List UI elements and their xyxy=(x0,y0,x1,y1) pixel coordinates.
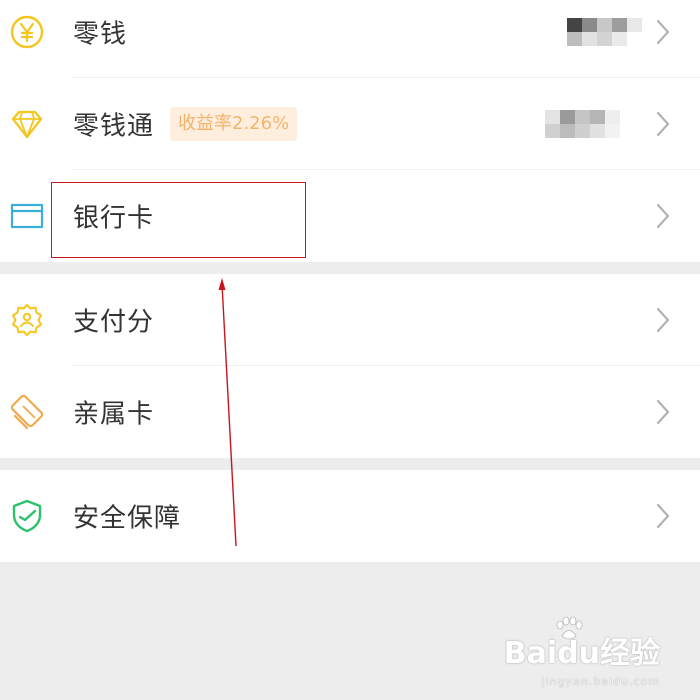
watermark-url: jingyan.baidu.com xyxy=(541,675,660,688)
list-item-bank-card[interactable]: 银行卡 xyxy=(0,170,700,262)
list-item-label: 零钱通 xyxy=(73,111,155,142)
chevron-right-icon xyxy=(656,399,670,425)
chevron-right-icon xyxy=(656,19,670,45)
list-item-label: 亲属卡 xyxy=(73,399,155,430)
list-item-change-plus[interactable]: 零钱通 收益率2.26% xyxy=(0,78,700,170)
wallet-group-services: 支付分 亲属卡 xyxy=(0,274,700,458)
hidden-amount-mosaic xyxy=(545,110,620,138)
chevron-right-icon xyxy=(656,503,670,529)
paw-logo-icon xyxy=(556,616,583,640)
baidu-jingyan-watermark: Baidu经验 jingyan.baidu.com xyxy=(503,616,660,688)
bank-card-icon xyxy=(10,203,44,229)
list-item-change[interactable]: 零钱 xyxy=(0,0,700,78)
yen-coin-icon xyxy=(10,15,44,49)
list-item-label: 零钱 xyxy=(73,19,128,50)
family-card-icon xyxy=(10,394,44,430)
yield-rate-badge: 收益率2.26% xyxy=(170,107,298,141)
wallet-group-security: 安全保障 xyxy=(0,470,700,562)
list-item-label: 银行卡 xyxy=(73,203,155,234)
hidden-amount-mosaic xyxy=(567,18,642,46)
pay-score-badge-icon xyxy=(12,304,42,336)
watermark-title: Baidu经验 xyxy=(503,636,660,671)
list-item-family-card[interactable]: 亲属卡 xyxy=(0,366,700,458)
list-item-security[interactable]: 安全保障 xyxy=(0,470,700,562)
chevron-right-icon xyxy=(656,111,670,137)
list-item-label: 安全保障 xyxy=(73,503,182,534)
wallet-screen: 零钱 零钱通 收益率2.26% 银行卡 支付分 亲属卡 安全保障 Baidu经验… xyxy=(0,0,700,700)
list-item-label: 支付分 xyxy=(73,307,155,338)
wallet-group-primary: 零钱 零钱通 收益率2.26% 银行卡 xyxy=(0,0,700,262)
chevron-right-icon xyxy=(656,203,670,229)
chevron-right-icon xyxy=(656,307,670,333)
diamond-icon xyxy=(11,110,43,139)
list-item-pay-score[interactable]: 支付分 xyxy=(0,274,700,366)
security-shield-icon xyxy=(12,499,42,533)
